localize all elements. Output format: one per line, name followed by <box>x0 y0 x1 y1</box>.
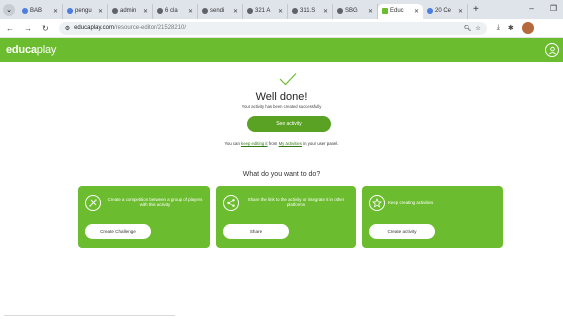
tab-label: SBG <box>345 8 358 14</box>
close-icon[interactable]: ✕ <box>414 8 419 15</box>
educaplay-logo[interactable]: educaplay <box>6 44 56 56</box>
close-icon[interactable]: ✕ <box>368 8 373 15</box>
tab-label: 311.S <box>300 8 316 14</box>
tab-label: 6 cla <box>165 8 178 14</box>
site-info-icon[interactable]: ⚙ <box>65 25 70 32</box>
new-tab-button[interactable]: + <box>473 4 479 15</box>
tab-label: sendi <box>210 8 225 14</box>
close-icon[interactable]: ✕ <box>278 8 283 15</box>
keep-editing-link[interactable]: keep editing it <box>241 141 268 146</box>
card-text: Keep creating activities <box>388 200 434 205</box>
back-icon[interactable]: ← <box>6 24 14 33</box>
create-activity-card: Keep creating activities Create activity <box>362 186 503 248</box>
share-icon <box>223 195 239 211</box>
browser-tab[interactable]: BAB ✕ <box>18 3 63 19</box>
close-icon[interactable]: ✕ <box>233 8 238 15</box>
close-icon[interactable]: ✕ <box>98 8 103 15</box>
success-title: Well done! <box>255 91 308 103</box>
url-bar[interactable]: ⚙ educaplay.com/resource-editor/21528210… <box>58 21 487 35</box>
browser-tab[interactable]: 20 Ce ✕ <box>423 3 468 19</box>
globe-icon <box>157 8 163 14</box>
see-activity-button[interactable]: See activity <box>247 116 331 132</box>
checkmark-icon <box>279 73 297 86</box>
extensions-icon[interactable]: ✱ <box>508 24 514 32</box>
tab-label: admin <box>120 8 137 14</box>
create-challenge-button[interactable]: Create Challenge <box>85 224 151 239</box>
browser-tab[interactable]: 311.S ✕ <box>288 3 333 19</box>
globe-icon <box>292 8 298 14</box>
close-icon[interactable]: ✕ <box>188 8 193 15</box>
globe-icon <box>247 8 253 14</box>
reload-icon[interactable]: ↻ <box>42 24 49 33</box>
my-activities-link[interactable]: My activities <box>279 141 302 146</box>
browser-tab[interactable]: sendi ✕ <box>198 3 243 19</box>
challenge-icon <box>85 195 101 211</box>
share-button[interactable]: Share <box>223 224 289 239</box>
educaplay-icon <box>382 8 388 14</box>
bookmark-star-icon[interactable]: ☆ <box>475 25 480 32</box>
zoom-icon[interactable]: 🔍︎ <box>464 25 472 32</box>
globe-icon <box>22 8 28 14</box>
browser-tab[interactable]: 321 A ✕ <box>243 3 288 19</box>
close-icon[interactable]: ✕ <box>143 8 148 15</box>
profile-avatar[interactable] <box>521 22 534 34</box>
tab-label: BAB <box>30 8 43 14</box>
edit-info-text: You can keep editing it from My activiti… <box>224 141 339 146</box>
download-icon[interactable]: ⤓ <box>497 24 500 32</box>
site-header: educaplay <box>0 38 563 62</box>
browser-tab[interactable]: pengu ✕ <box>63 3 108 19</box>
globe-icon <box>337 8 343 14</box>
challenge-card: Create a competition between a group of … <box>78 186 210 248</box>
card-text: Create a competition between a group of … <box>107 197 203 208</box>
success-subtitle: Your activity has been created successfu… <box>241 104 322 109</box>
browser-tab[interactable]: 6 cla ✕ <box>153 3 198 19</box>
minimize-icon[interactable]: – <box>529 4 533 13</box>
create-icon <box>369 195 385 211</box>
tab-label: pengu <box>75 8 92 14</box>
tab-label: 20 Ce <box>435 8 452 14</box>
address-toolbar: ← → ↻ ⚙ educaplay.com/resource-editor/21… <box>0 19 563 38</box>
tab-label: 321 A <box>255 8 271 14</box>
browser-tab-active[interactable]: Educ ✕ <box>378 3 423 19</box>
close-icon[interactable]: ✕ <box>458 8 463 15</box>
tab-label: Educ <box>390 8 404 14</box>
window-controls: – ❐ <box>529 4 557 13</box>
create-activity-button[interactable]: Create activity <box>369 224 435 239</box>
maximize-icon[interactable]: ❐ <box>550 4 557 13</box>
browser-tab-strip: ⌄ BAB ✕ pengu ✕ admin ✕ 6 cla ✕ sendi ✕ 321 A… <box>0 0 563 19</box>
globe-icon <box>427 8 433 14</box>
url-path: /resource-editor/21528210/ <box>114 25 187 31</box>
close-icon[interactable]: ✕ <box>53 8 58 15</box>
browser-tab[interactable]: admin ✕ <box>108 3 153 19</box>
browser-tab[interactable]: SBG ✕ <box>333 3 378 19</box>
tab-search-icon[interactable]: ⌄ <box>3 3 15 16</box>
globe-icon <box>202 8 208 14</box>
share-card: Share the link to the activity or integr… <box>216 186 356 248</box>
forward-icon[interactable]: → <box>24 24 32 33</box>
card-text: Share the link to the activity or integr… <box>247 197 345 208</box>
user-icon[interactable] <box>545 43 559 57</box>
close-icon[interactable]: ✕ <box>323 8 328 15</box>
divider <box>4 315 175 316</box>
next-steps-heading: What do you want to do? <box>242 171 321 178</box>
globe-icon <box>67 8 73 14</box>
url-host: educaplay.com <box>74 25 115 31</box>
globe-icon <box>112 8 118 14</box>
